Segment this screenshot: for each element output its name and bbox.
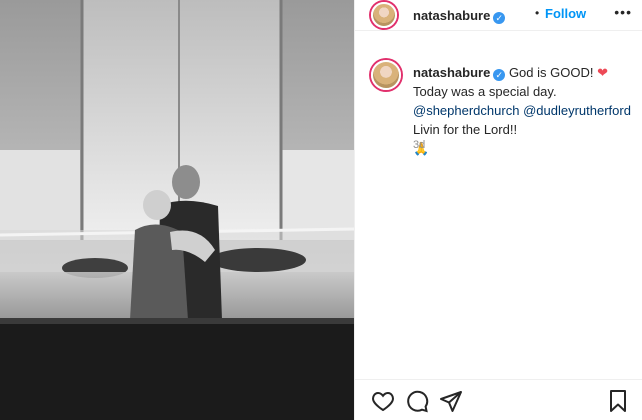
verified-badge-icon: ✓ [493, 12, 506, 24]
baptism-photo [0, 0, 354, 420]
post-header: natashabure ✓ • Follow ••• [355, 0, 642, 31]
instagram-post: natashabure ✓ • Follow ••• natashabure ✓ G… [0, 0, 642, 420]
comment-icon[interactable] [405, 389, 429, 413]
red-heart-emoji: ❤ [597, 65, 608, 80]
caption-text-3: Livin for the Lord!! [413, 122, 518, 137]
caption: natashabure ✓ God is GOOD! ❤ Today was a … [413, 63, 635, 158]
caption-text-1: God is GOOD! [508, 65, 594, 80]
post-sidebar: natashabure ✓ • Follow ••• natashabure ✓ G… [354, 0, 642, 420]
share-icon[interactable] [439, 389, 463, 413]
caption-text-2: Today was a special day. [413, 84, 557, 99]
header-username[interactable]: natashabure [413, 8, 490, 23]
mention-shepherdchurch[interactable]: @shepherdchurch [413, 103, 519, 118]
bookmark-icon[interactable] [606, 389, 630, 413]
caption-avatar[interactable] [371, 60, 401, 90]
post-photo[interactable] [0, 0, 354, 420]
separator-dot: • [535, 6, 540, 20]
follow-button[interactable]: Follow [545, 6, 586, 21]
more-options-icon[interactable]: ••• [614, 4, 632, 20]
action-bar [355, 379, 642, 420]
mention-dudleyrutherford[interactable]: @dudleyrutherford [523, 103, 631, 118]
timestamp[interactable]: 3d [413, 139, 425, 151]
heart-icon[interactable] [371, 389, 395, 413]
header-username-group: natashabure ✓ [413, 7, 506, 25]
caption-username[interactable]: natashabure [413, 65, 490, 80]
verified-badge-icon: ✓ [493, 69, 506, 81]
avatar[interactable] [371, 2, 397, 28]
